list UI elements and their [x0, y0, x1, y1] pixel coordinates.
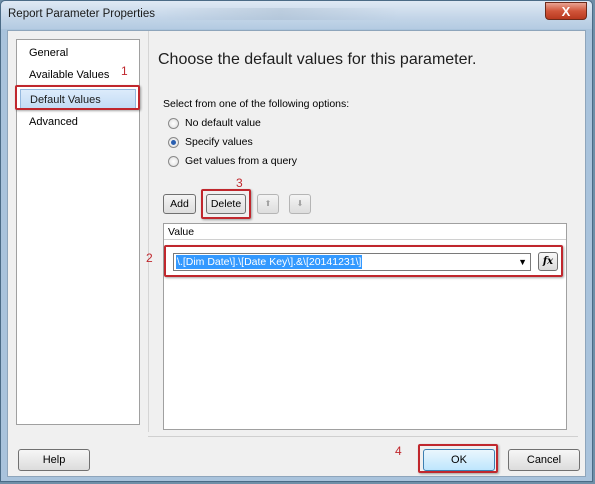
ok-button[interactable]: OK	[423, 449, 495, 471]
annotation-4: 4	[395, 444, 402, 458]
nav-item-available-values[interactable]: Available Values	[20, 65, 136, 85]
value-text: \.[Dim Date\].\[Date Key\].&\[20141231\]	[176, 255, 363, 269]
grid-column-value: Value	[164, 224, 566, 240]
window-title: Report Parameter Properties	[8, 8, 156, 20]
radio-specify-values[interactable]	[168, 136, 179, 148]
nav-item-default-values[interactable]: Default Values	[20, 89, 136, 109]
title-bar[interactable]: Report Parameter Properties X	[1, 1, 592, 29]
vertical-separator	[148, 31, 149, 432]
dialog-window: Report Parameter Properties X General Av…	[0, 0, 593, 482]
nav-item-general[interactable]: General	[20, 43, 136, 63]
move-up-button[interactable]: ⬆	[257, 194, 279, 214]
page-heading: Choose the default values for this param…	[158, 51, 477, 68]
close-button[interactable]: X	[545, 2, 587, 20]
footer-separator	[148, 436, 578, 437]
annotation-3: 3	[236, 176, 243, 190]
nav-item-advanced[interactable]: Advanced	[20, 112, 136, 132]
help-button[interactable]: Help	[18, 449, 90, 471]
annotation-1: 1	[121, 64, 128, 78]
delete-button[interactable]: Delete	[206, 194, 246, 214]
option-specify-values-label: Specify values	[185, 136, 253, 148]
title-bar-blur	[161, 8, 401, 20]
radio-query[interactable]	[168, 155, 179, 167]
option-no-default[interactable]: No default value	[168, 116, 261, 130]
nav-panel: General Available Values Default Values …	[16, 39, 140, 425]
annotation-2: 2	[146, 251, 153, 265]
option-query-label: Get values from a query	[185, 155, 298, 167]
move-down-button[interactable]: ⬇	[289, 194, 311, 214]
option-no-default-label: No default value	[185, 117, 261, 129]
expression-fx-button[interactable]: fx	[538, 252, 558, 271]
option-query[interactable]: Get values from a query	[168, 154, 297, 168]
option-specify-values[interactable]: Specify values	[168, 135, 253, 149]
options-label: Select from one of the following options…	[163, 98, 350, 110]
chevron-down-icon[interactable]: ▼	[518, 255, 527, 269]
add-button[interactable]: Add	[163, 194, 196, 214]
value-combo-input[interactable]: \.[Dim Date\].\[Date Key\].&\[20141231\]…	[173, 253, 531, 271]
dialog-client-area: General Available Values Default Values …	[7, 30, 586, 477]
radio-no-default[interactable]	[168, 117, 179, 129]
cancel-button[interactable]: Cancel	[508, 449, 580, 471]
